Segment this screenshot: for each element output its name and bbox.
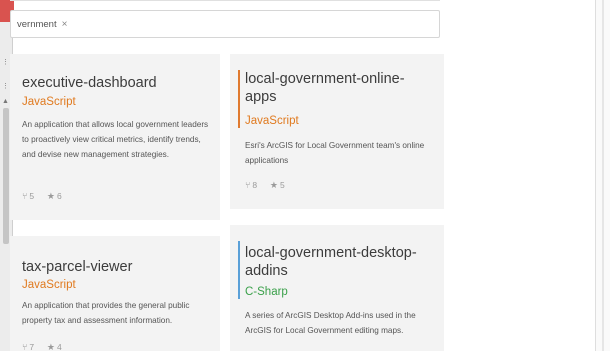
fork-icon: ⑂ [245,180,251,190]
repo-title[interactable]: executive-dashboard [22,74,157,92]
repo-language: JavaScript [22,279,76,291]
filter-tag-label: vernment [17,19,57,30]
fork-icon: ⑂ [22,342,28,351]
remove-filter-icon[interactable]: × [62,19,68,30]
star-count: 5 [279,180,285,190]
repo-description: A series of ArcGIS Desktop Add-ins used … [245,311,416,335]
repo-card[interactable]: tax-parcel-viewer JavaScript An applicat… [10,236,220,351]
repo-language: C-Sharp [245,286,288,298]
scrollbar-track [602,0,604,351]
filter-tag: vernment × [17,17,67,32]
star-count: 6 [56,191,62,201]
repo-stats: ⑂ 5 ★ 6 [22,191,62,202]
language-accent-bar [238,70,240,128]
repo-card[interactable]: local-government-online- apps JavaScript… [230,54,444,209]
panel-scrollbar[interactable] [3,108,9,244]
repo-language: JavaScript [245,115,299,127]
page-scrollbar[interactable] [595,0,610,351]
star-icon: ★ [46,342,55,351]
divider [10,0,440,1]
repo-title[interactable]: local-government-desktop- addins [245,244,417,280]
fork-count: 5 [29,191,35,201]
repo-description: An application that allows local governm… [22,120,209,159]
fork-count: 8 [252,180,258,190]
repo-title[interactable]: local-government-online- apps [245,70,405,106]
repository-page: ⋮ ⋮ ▲ vernment × executive-dashboard Java… [0,0,610,351]
star-icon: ★ [46,191,55,201]
repo-stats: ⑂ 7 ★ 4 [22,342,62,351]
fork-count: 7 [29,342,35,351]
panel-icon: ⋮ [2,83,9,90]
filter-input[interactable]: vernment × [10,10,440,38]
fork-icon: ⑂ [22,191,28,201]
star-icon: ★ [269,180,278,190]
repo-description: An application that provides the general… [22,301,190,325]
repo-card[interactable]: executive-dashboard JavaScript An applic… [10,54,220,220]
language-accent-bar [238,241,240,299]
repo-language: JavaScript [22,96,76,108]
scroll-up-icon[interactable]: ▲ [2,98,9,105]
star-count: 4 [56,342,62,351]
repo-title[interactable]: tax-parcel-viewer [22,258,132,276]
repo-card[interactable]: local-government-desktop- addins C-Sharp… [230,225,444,351]
panel-icon: ⋮ [2,59,9,66]
repo-stats: ⑂ 8 ★ 5 [245,180,285,191]
repo-description: Esri's ArcGIS for Local Government team'… [245,141,425,165]
